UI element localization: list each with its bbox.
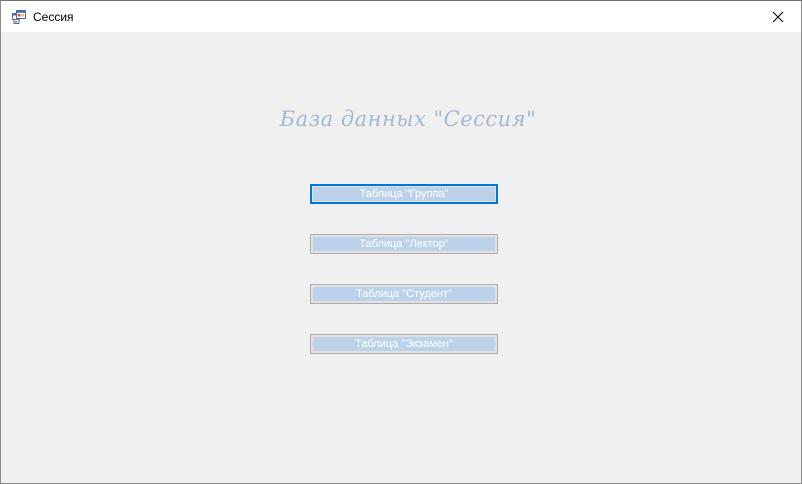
window-title: Сессия: [33, 10, 74, 24]
page-heading: База данных "Сессия": [279, 107, 537, 131]
close-button[interactable]: [755, 1, 801, 32]
table-lecturer-button-label: Таблица "Лектор": [313, 237, 495, 251]
table-exam-button[interactable]: Таблица "Экзамен": [310, 334, 498, 354]
table-group-button-label: Таблица "Группа": [313, 187, 495, 201]
table-student-button[interactable]: Таблица "Студент": [310, 284, 498, 304]
title-bar[interactable]: Сессия: [1, 1, 801, 32]
close-icon: [772, 11, 784, 23]
table-exam-button-label: Таблица "Экзамен": [313, 337, 495, 351]
table-student-button-label: Таблица "Студент": [313, 287, 495, 301]
main-window: Сессия База данных "Сессия" Таблица "Гру…: [0, 0, 802, 484]
form-icon: [12, 10, 26, 24]
table-lecturer-button[interactable]: Таблица "Лектор": [310, 234, 498, 254]
table-group-button[interactable]: Таблица "Группа": [310, 184, 498, 204]
